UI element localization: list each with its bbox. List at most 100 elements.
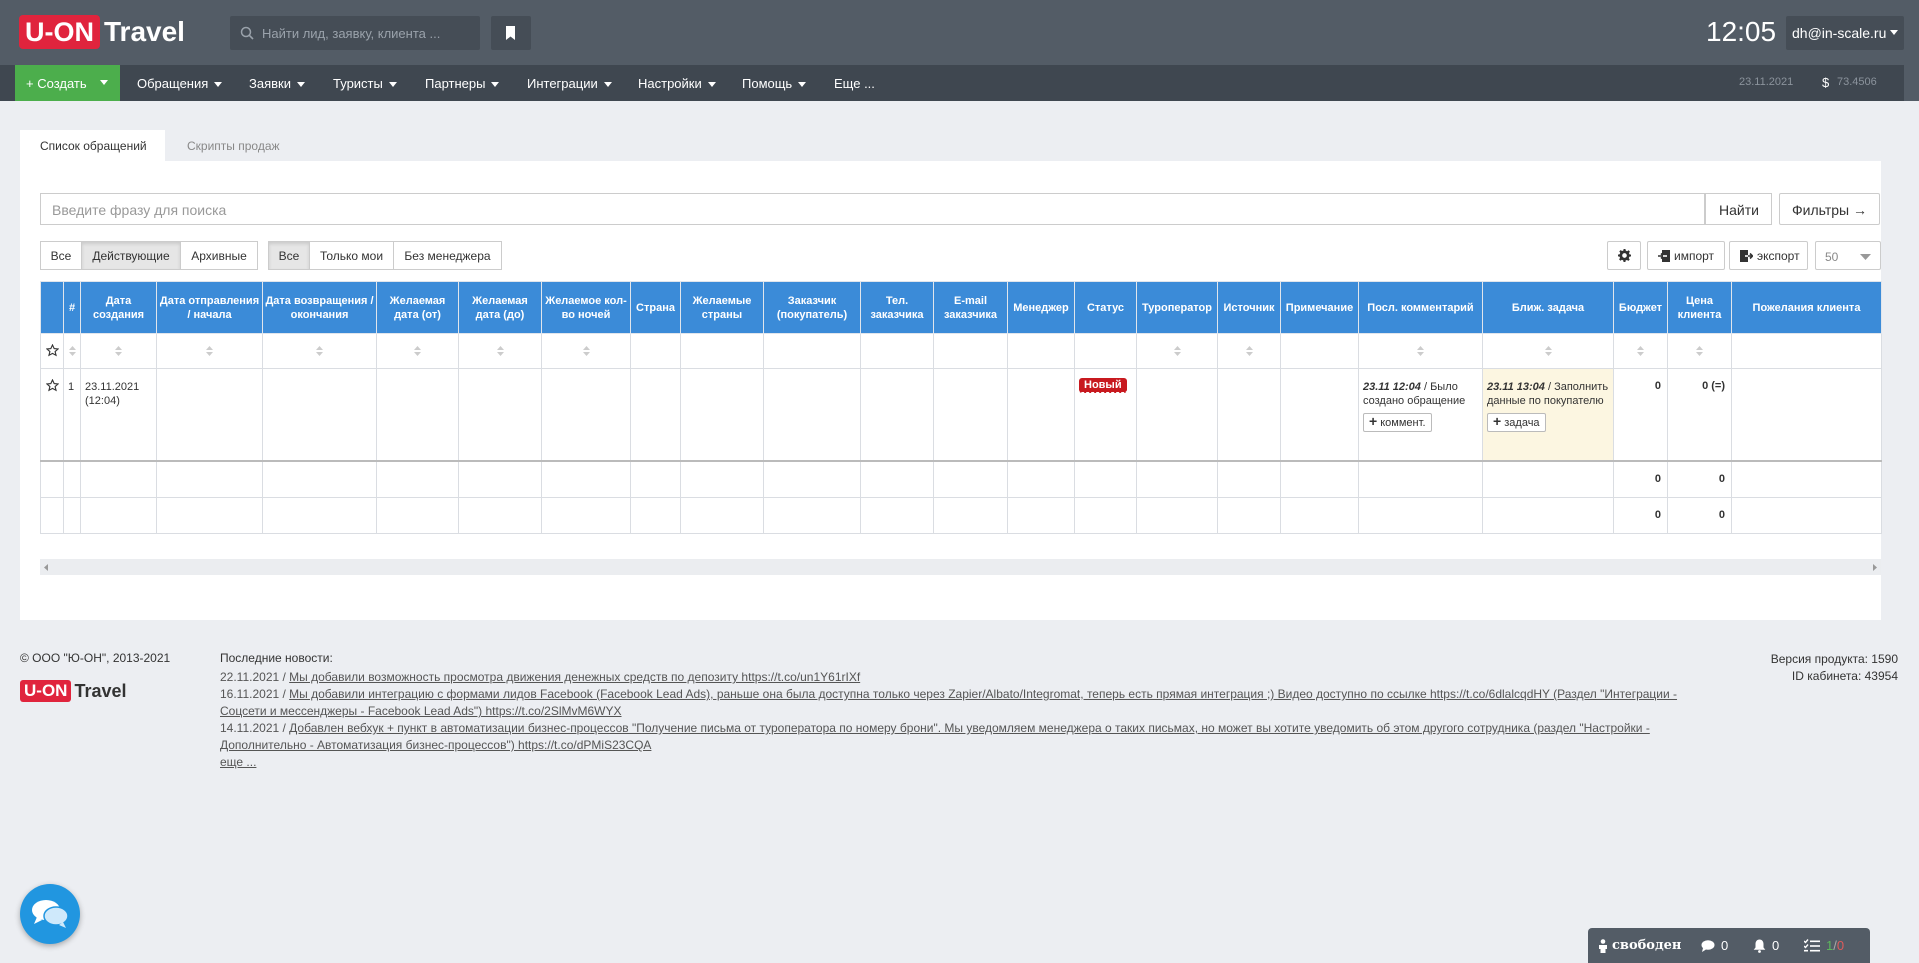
col-header-date-to[interactable]: Желаемая дата (до) bbox=[458, 281, 542, 334]
col-header-next-task[interactable]: Ближ. задача bbox=[1482, 281, 1614, 334]
star-icon bbox=[45, 379, 59, 392]
col-header-price[interactable]: Цена клиента bbox=[1667, 281, 1732, 334]
favorite-toggle[interactable] bbox=[40, 368, 64, 462]
table-settings-button[interactable] bbox=[1607, 241, 1641, 270]
export-label: экспорт bbox=[1757, 249, 1800, 263]
nav-item-settings[interactable]: Настройки bbox=[638, 76, 716, 91]
filter-only-mine[interactable]: Только мои bbox=[309, 241, 394, 270]
sort-cell[interactable] bbox=[1358, 333, 1483, 369]
global-search-input[interactable]: Найти лид, заявку, клиента ... bbox=[230, 16, 480, 50]
bell-icon bbox=[1753, 939, 1766, 953]
chat-button[interactable] bbox=[20, 884, 80, 944]
col-header-date-from[interactable]: Желаемая дата (от) bbox=[376, 281, 459, 334]
news-more-link[interactable]: еще ... bbox=[220, 755, 256, 769]
filter-manager-all[interactable]: Все bbox=[268, 241, 310, 270]
scroll-left-icon[interactable] bbox=[44, 564, 48, 571]
sort-cell[interactable] bbox=[376, 333, 459, 369]
nav-item-partners[interactable]: Партнеры bbox=[425, 76, 500, 91]
cell-next-task: 23.11 13:04 / Заполнить данные по покупа… bbox=[1482, 368, 1614, 462]
sort-cell[interactable] bbox=[156, 333, 263, 369]
col-header-budget[interactable]: Бюджет bbox=[1613, 281, 1668, 334]
find-button[interactable]: Найти bbox=[1705, 193, 1772, 225]
filter-active-label: Действующие bbox=[92, 249, 170, 263]
col-header-email[interactable]: E-mail заказчика bbox=[933, 281, 1008, 334]
table-row[interactable]: 1 23.11.2021 (12:04) Новый 23.11 12:04 / … bbox=[40, 368, 1882, 462]
cell-note bbox=[1280, 368, 1359, 462]
dollar-icon: $ bbox=[1822, 75, 1830, 90]
news-item: 22.11.2021 / Мы добавили возможность про… bbox=[220, 669, 1690, 686]
import-button[interactable]: импорт bbox=[1647, 241, 1725, 270]
logo[interactable]: U-ON Travel bbox=[19, 14, 185, 50]
col-header-created[interactable]: Дата создания bbox=[80, 281, 157, 334]
tasks-counter[interactable]: 1 / 0 bbox=[1804, 938, 1844, 953]
tasks-overdue: 0 bbox=[1836, 938, 1845, 953]
bookmark-button[interactable] bbox=[491, 16, 531, 50]
horizontal-scrollbar[interactable] bbox=[40, 559, 1881, 575]
messages-counter[interactable]: 0 bbox=[1701, 938, 1728, 953]
sort-cell[interactable] bbox=[1217, 333, 1281, 369]
sort-cell[interactable] bbox=[1613, 333, 1668, 369]
nav-item-requests[interactable]: Обращения bbox=[137, 76, 223, 91]
sort-cell[interactable] bbox=[63, 333, 81, 369]
tab-sales-scripts[interactable]: Скрипты продаж bbox=[172, 130, 297, 161]
scroll-right-icon[interactable] bbox=[1873, 564, 1877, 571]
filter-no-manager[interactable]: Без менеджера bbox=[393, 241, 502, 270]
col-header-last-comment[interactable]: Посл. комментарий bbox=[1358, 281, 1483, 334]
create-button[interactable]: + Создать bbox=[15, 65, 120, 101]
notifications-counter[interactable]: 0 bbox=[1753, 938, 1779, 953]
col-header-manager[interactable]: Менеджер bbox=[1007, 281, 1075, 334]
sort-cell[interactable] bbox=[1482, 333, 1614, 369]
created-date-text: 23.11.2021 bbox=[85, 381, 140, 393]
sort-cell[interactable] bbox=[262, 333, 377, 369]
favorites-filter[interactable] bbox=[40, 333, 64, 369]
empty-cell bbox=[541, 497, 631, 534]
col-header-operator[interactable]: Туроператор bbox=[1136, 281, 1218, 334]
tab-requests-list[interactable]: Список обращений bbox=[20, 130, 165, 161]
col-header-nights[interactable]: Желаемое кол-во ночей bbox=[541, 281, 631, 334]
news-link[interactable]: Мы добавили возможность просмотра движен… bbox=[289, 670, 860, 684]
sort-cell[interactable] bbox=[80, 333, 157, 369]
col-header-number[interactable]: # bbox=[63, 281, 81, 334]
col-header-select bbox=[40, 281, 64, 334]
col-header-phone[interactable]: Тел. заказчика bbox=[860, 281, 934, 334]
filter-all[interactable]: Все bbox=[40, 241, 82, 270]
phrase-search-input[interactable]: Введите фразу для поиска bbox=[40, 193, 1705, 225]
availability-status[interactable]: свободен bbox=[1598, 938, 1681, 953]
total-budget: 0 bbox=[1613, 460, 1668, 498]
col-header-desired-countries[interactable]: Желаемые страны bbox=[680, 281, 764, 334]
col-header-country[interactable]: Страна bbox=[630, 281, 681, 334]
total-price: 0 bbox=[1667, 460, 1732, 498]
col-header-status[interactable]: Статус bbox=[1074, 281, 1137, 334]
nav-item-orders[interactable]: Заявки bbox=[249, 76, 305, 91]
col-header-departure[interactable]: Дата отправления / начала bbox=[156, 281, 263, 334]
col-header-source[interactable]: Источник bbox=[1217, 281, 1281, 334]
filters-button[interactable]: Фильтры → bbox=[1779, 193, 1880, 225]
nav-item-integrations[interactable]: Интеграции bbox=[527, 76, 612, 91]
export-button[interactable]: экспорт bbox=[1729, 241, 1808, 270]
nav-item-tourists[interactable]: Туристы bbox=[333, 76, 397, 91]
filter-active[interactable]: Действующие bbox=[81, 241, 181, 270]
col-header-return[interactable]: Дата возвращения / окончания bbox=[262, 281, 377, 334]
add-comment-button[interactable]: + коммент. bbox=[1363, 413, 1432, 432]
sort-cell[interactable] bbox=[1136, 333, 1218, 369]
news-link[interactable]: Добавлен вебхук + пункт в автоматизации … bbox=[220, 721, 1650, 752]
filter-archived[interactable]: Архивные bbox=[180, 241, 258, 270]
sort-cell[interactable] bbox=[1667, 333, 1732, 369]
nav-item-more[interactable]: Еще ... bbox=[834, 76, 875, 91]
per-page-select[interactable]: 50 bbox=[1815, 241, 1881, 270]
sort-cell[interactable] bbox=[541, 333, 631, 369]
col-header-wishes[interactable]: Пожелания клиента bbox=[1731, 281, 1882, 334]
sort-icon bbox=[115, 346, 122, 356]
caret-down-icon bbox=[798, 82, 807, 88]
col-header-note[interactable]: Примечание bbox=[1280, 281, 1359, 334]
news-link[interactable]: Мы добавили интеграцию с формами лидов F… bbox=[220, 687, 1677, 718]
sort-cell[interactable] bbox=[458, 333, 542, 369]
star-icon bbox=[45, 344, 59, 357]
version-info: Версия продукта: 1590 ID кабинета: 43954 bbox=[1771, 651, 1898, 685]
user-email: dh@in-scale.ru bbox=[1792, 25, 1887, 41]
status-badge[interactable]: Новый bbox=[1079, 378, 1127, 393]
col-header-customer[interactable]: Заказчик (покупатель) bbox=[763, 281, 861, 334]
user-menu-button[interactable]: dh@in-scale.ru bbox=[1786, 16, 1904, 50]
add-task-button[interactable]: + задача bbox=[1487, 413, 1546, 432]
nav-item-help[interactable]: Помощь bbox=[742, 76, 807, 91]
